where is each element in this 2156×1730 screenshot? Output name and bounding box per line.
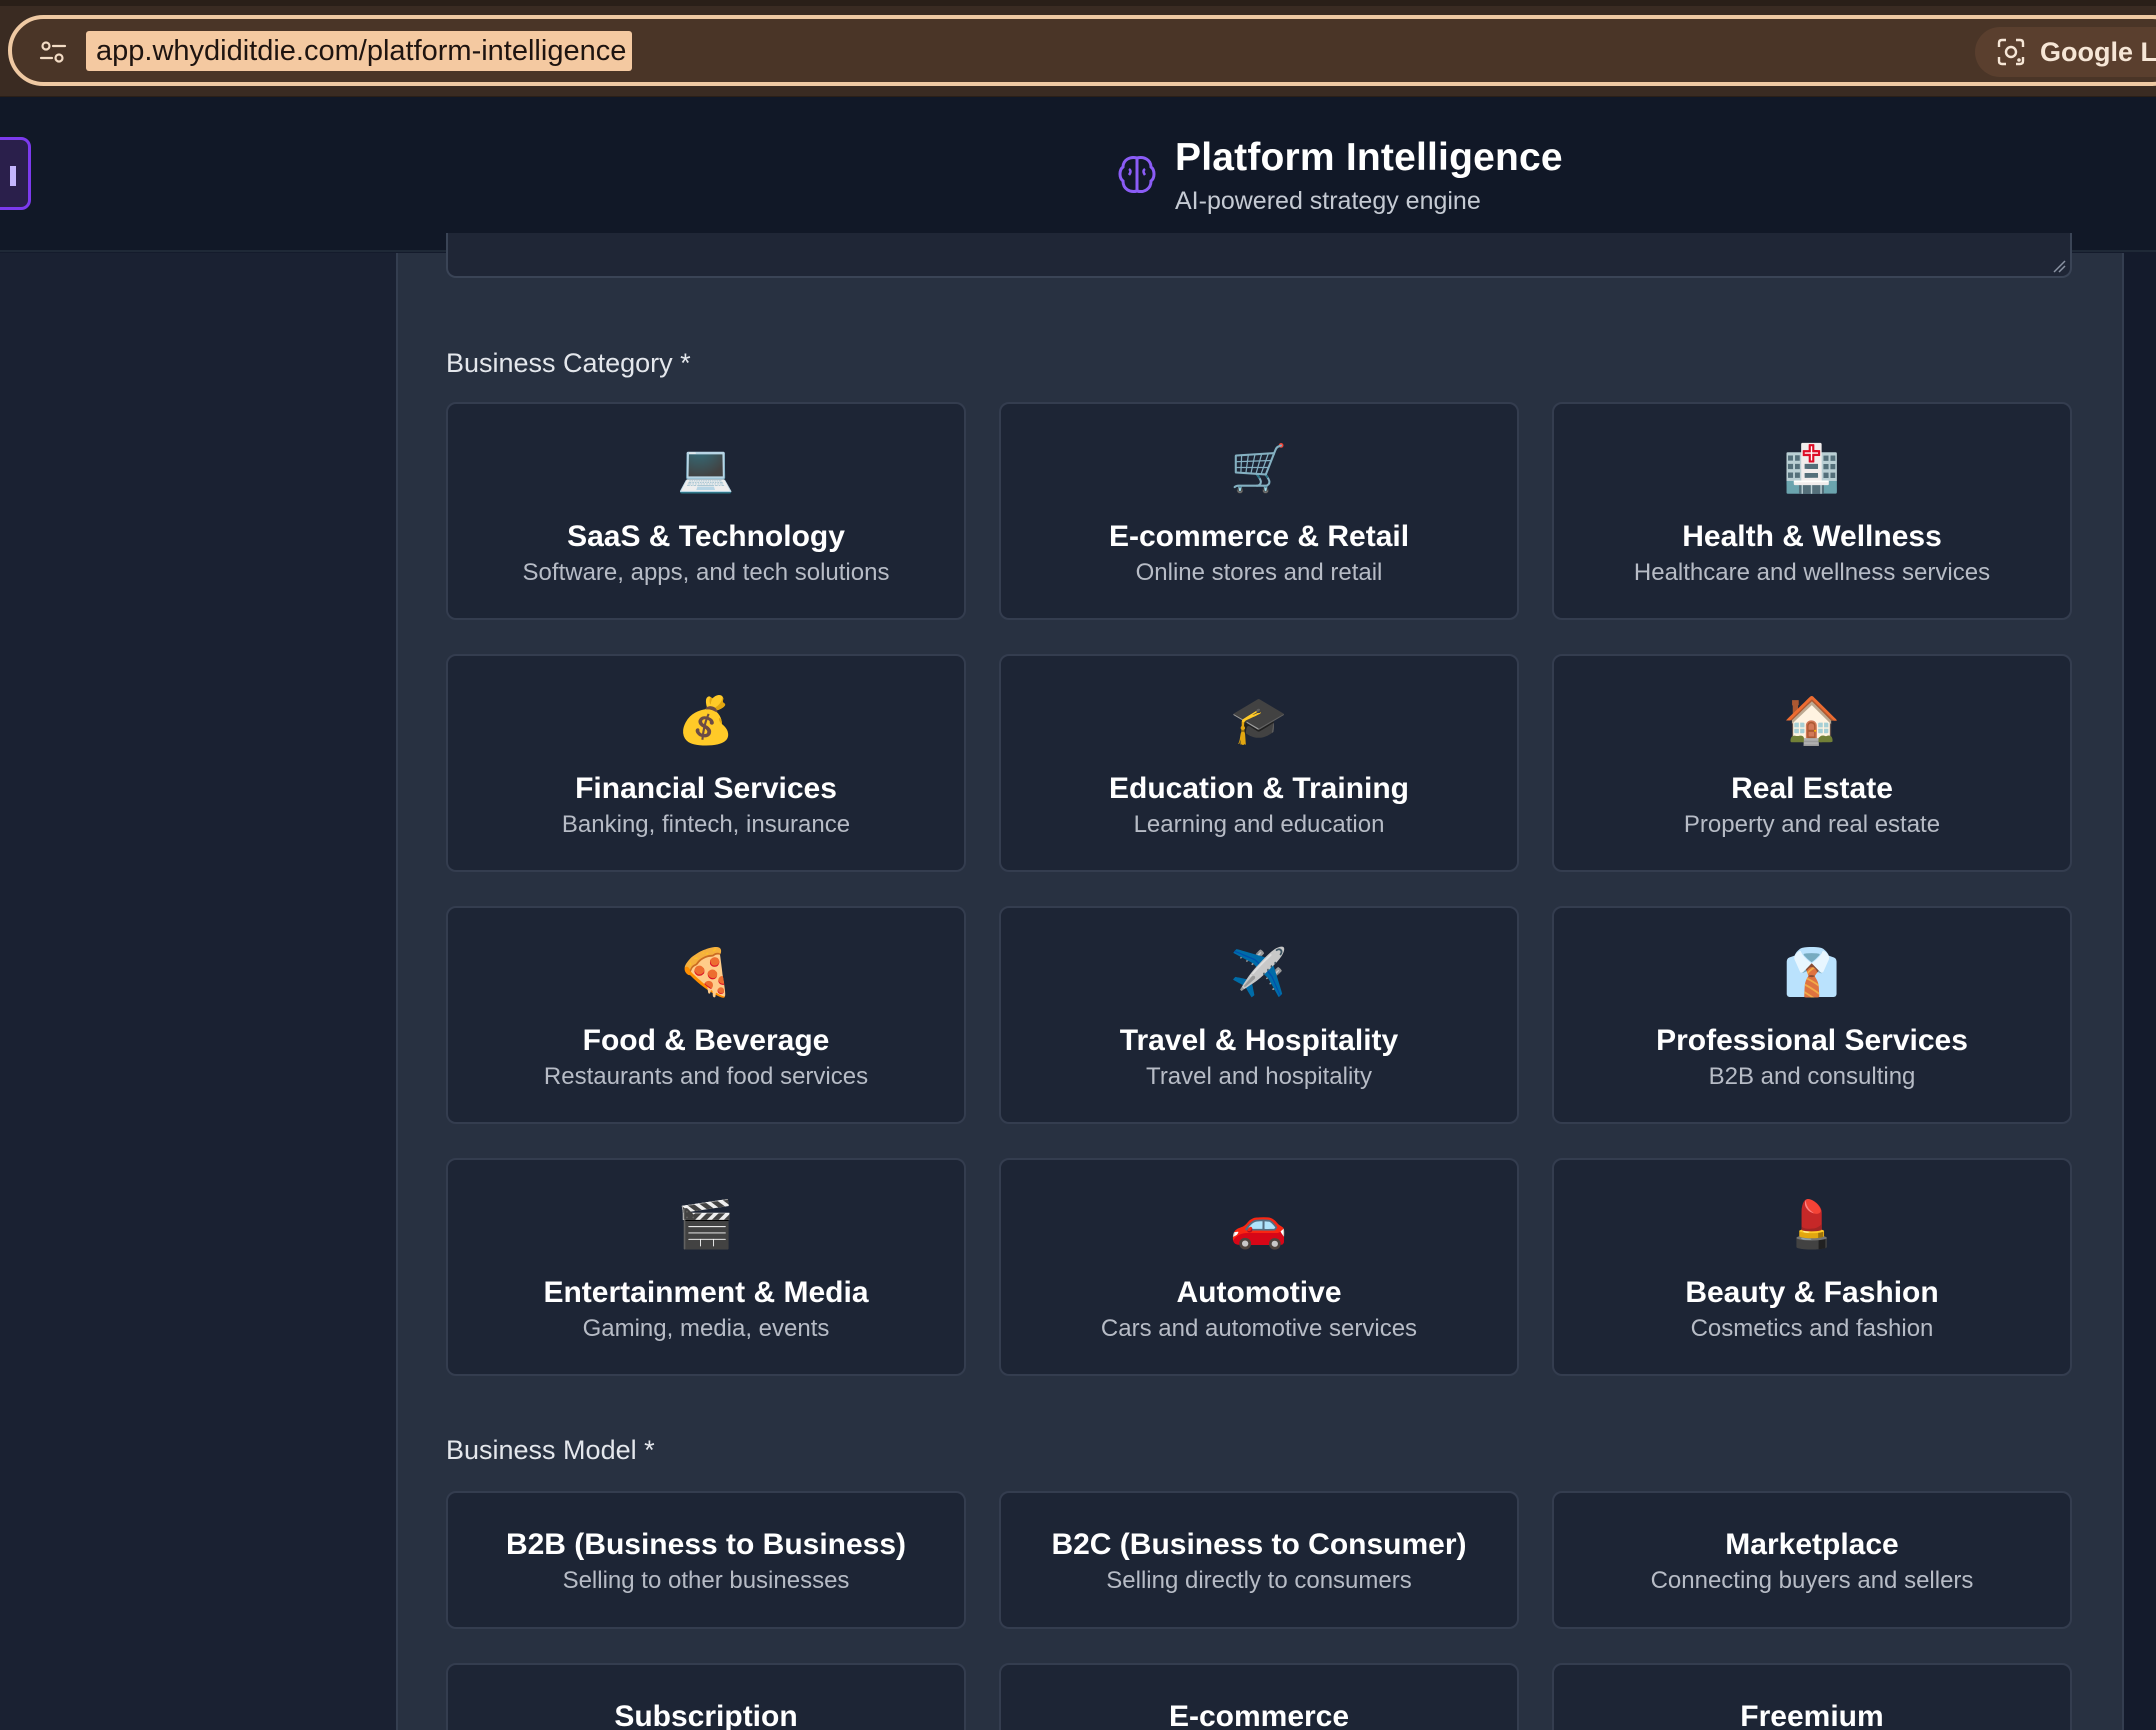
google-lens-label: Google Le [2040, 37, 2156, 67]
model-title: E-commerce [1168, 1700, 1350, 1730]
category-title: Financial Services [575, 772, 837, 805]
category-title: Entertainment & Media [543, 1276, 869, 1309]
lipstick-icon: 💄 [1783, 1197, 1841, 1251]
car-icon: 🚗 [1230, 1197, 1288, 1251]
category-description: Healthcare and wellness services [1633, 559, 1991, 586]
category-card-saas-technology[interactable]: 💻 SaaS & Technology Software, apps, and … [446, 402, 966, 620]
category-title: Automotive [1176, 1276, 1342, 1309]
form-panel: Business Category * 💻 SaaS & Technology … [396, 233, 2124, 1730]
back-button[interactable] [0, 137, 31, 210]
business-category-grid: 💻 SaaS & Technology Software, apps, and … [446, 402, 2072, 1376]
google-lens-button[interactable]: Google Le [1975, 27, 2156, 77]
laptop-icon: 💻 [677, 441, 735, 495]
category-description: B2B and consulting [1708, 1063, 1916, 1090]
category-description: Banking, fintech, insurance [561, 811, 851, 838]
graduation-cap-icon: 🎓 [1230, 693, 1288, 747]
model-title: B2B (Business to Business) [505, 1528, 907, 1561]
category-description: Online stores and retail [1135, 559, 1383, 586]
google-lens-icon [1997, 38, 2025, 66]
category-description: Learning and education [1133, 811, 1385, 838]
model-description: Selling directly to consumers [1106, 1567, 1412, 1594]
category-description: Travel and hospitality [1146, 1063, 1372, 1090]
category-title: Professional Services [1656, 1024, 1968, 1057]
hospital-icon: 🏥 [1783, 441, 1841, 495]
category-card-entertainment-media[interactable]: 🎬 Entertainment & Media Gaming, media, e… [446, 1158, 966, 1376]
sidebar [0, 253, 396, 1730]
model-title: Subscription [614, 1700, 798, 1730]
tab-strip-edge [0, 0, 2156, 6]
house-icon: 🏠 [1783, 693, 1841, 747]
model-card-subscription[interactable]: Subscription [446, 1663, 966, 1730]
category-card-automotive[interactable]: 🚗 Automotive Cars and automotive service… [999, 1158, 1519, 1376]
description-textarea[interactable] [446, 233, 2072, 278]
category-card-food-beverage[interactable]: 🍕 Food & Beverage Restaurants and food s… [446, 906, 966, 1124]
page-title: Platform Intelligence [1175, 136, 1563, 179]
shopping-cart-icon: 🛒 [1230, 441, 1288, 495]
model-title: Freemium [1740, 1700, 1884, 1730]
model-title: Marketplace [1725, 1528, 1899, 1561]
category-description: Property and real estate [1683, 811, 1941, 838]
category-card-beauty-fashion[interactable]: 💄 Beauty & Fashion Cosmetics and fashion [1552, 1158, 2072, 1376]
category-title: Travel & Hospitality [1119, 1024, 1399, 1057]
app-header: Platform Intelligence AI-powered strateg… [0, 97, 2156, 252]
model-description: Connecting buyers and sellers [1650, 1567, 1974, 1594]
category-card-ecommerce-retail[interactable]: 🛒 E-commerce & Retail Online stores and … [999, 402, 1519, 620]
necktie-icon: 👔 [1783, 945, 1841, 999]
model-card-b2b[interactable]: B2B (Business to Business) Selling to ot… [446, 1491, 966, 1629]
category-description: Restaurants and food services [543, 1063, 869, 1090]
model-card-b2c[interactable]: B2C (Business to Consumer) Selling direc… [999, 1491, 1519, 1629]
category-title: Education & Training [1108, 772, 1409, 805]
category-title: Real Estate [1731, 772, 1893, 805]
airplane-icon: ✈️ [1230, 945, 1288, 999]
back-button-glyph [10, 166, 16, 186]
category-card-professional-services[interactable]: 👔 Professional Services B2B and consulti… [1552, 906, 2072, 1124]
brain-icon [1118, 156, 1156, 193]
resize-handle-icon[interactable] [2052, 259, 2066, 273]
category-title: Health & Wellness [1682, 520, 1942, 553]
money-bag-icon: 💰 [677, 693, 735, 747]
category-card-education-training[interactable]: 🎓 Education & Training Learning and educ… [999, 654, 1519, 872]
address-bar[interactable]: app.whydiditdie.com/platform-intelligenc… [8, 15, 2156, 86]
business-category-label: Business Category * [446, 348, 691, 378]
category-description: Software, apps, and tech solutions [522, 559, 890, 586]
page-subtitle: AI-powered strategy engine [1175, 187, 1481, 215]
site-settings-icon[interactable] [38, 37, 68, 67]
model-description: Selling to other businesses [562, 1567, 850, 1594]
category-card-financial-services[interactable]: 💰 Financial Services Banking, fintech, i… [446, 654, 966, 872]
category-description: Gaming, media, events [582, 1315, 830, 1342]
model-card-marketplace[interactable]: Marketplace Connecting buyers and seller… [1552, 1491, 2072, 1629]
category-description: Cosmetics and fashion [1690, 1315, 1934, 1342]
category-card-real-estate[interactable]: 🏠 Real Estate Property and real estate [1552, 654, 2072, 872]
browser-toolbar: app.whydiditdie.com/platform-intelligenc… [0, 0, 2156, 97]
category-title: Beauty & Fashion [1685, 1276, 1939, 1309]
clapper-board-icon: 🎬 [677, 1197, 735, 1251]
category-card-travel-hospitality[interactable]: ✈️ Travel & Hospitality Travel and hospi… [999, 906, 1519, 1124]
model-card-freemium[interactable]: Freemium [1552, 1663, 2072, 1730]
category-title: Food & Beverage [582, 1024, 830, 1057]
pizza-icon: 🍕 [677, 945, 735, 999]
category-card-health-wellness[interactable]: 🏥 Health & Wellness Healthcare and welln… [1552, 402, 2072, 620]
model-card-ecommerce[interactable]: E-commerce [999, 1663, 1519, 1730]
business-model-grid: B2B (Business to Business) Selling to ot… [446, 1491, 2072, 1730]
business-model-label: Business Model * [446, 1435, 655, 1465]
category-title: E-commerce & Retail [1108, 520, 1410, 553]
category-title: SaaS & Technology [567, 520, 845, 553]
url-text[interactable]: app.whydiditdie.com/platform-intelligenc… [86, 31, 633, 71]
model-title: B2C (Business to Consumer) [1051, 1528, 1467, 1561]
category-description: Cars and automotive services [1100, 1315, 1418, 1342]
